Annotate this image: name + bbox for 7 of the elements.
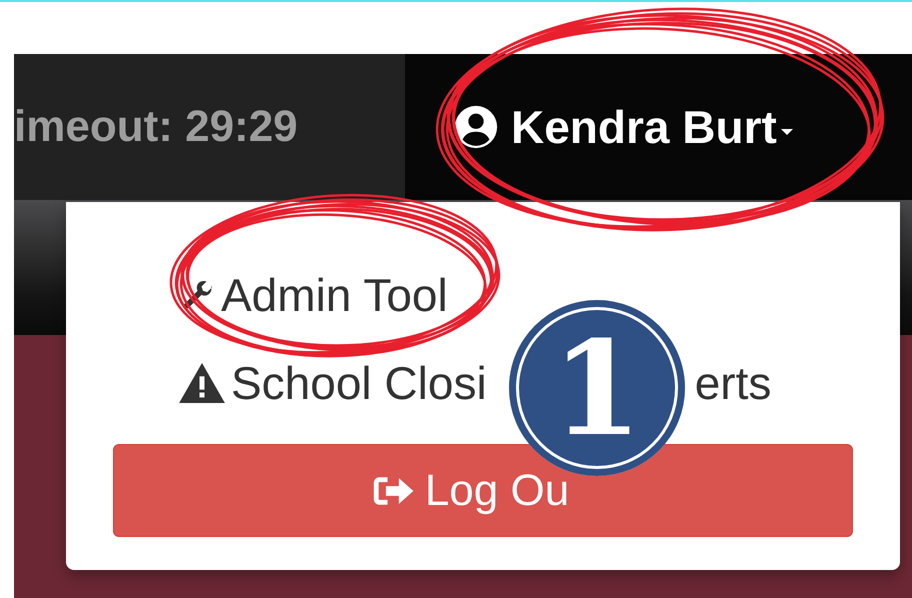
- warning-icon: [179, 363, 225, 403]
- user-icon: [453, 104, 499, 150]
- logout-button[interactable]: Log Ou: [113, 444, 853, 537]
- user-name: Kendra Burt: [511, 100, 777, 154]
- caret-icon: [780, 129, 793, 135]
- session-timeout: imeout: 29:29: [14, 102, 298, 152]
- user-menu-bar[interactable]: Kendra Burt: [405, 54, 912, 200]
